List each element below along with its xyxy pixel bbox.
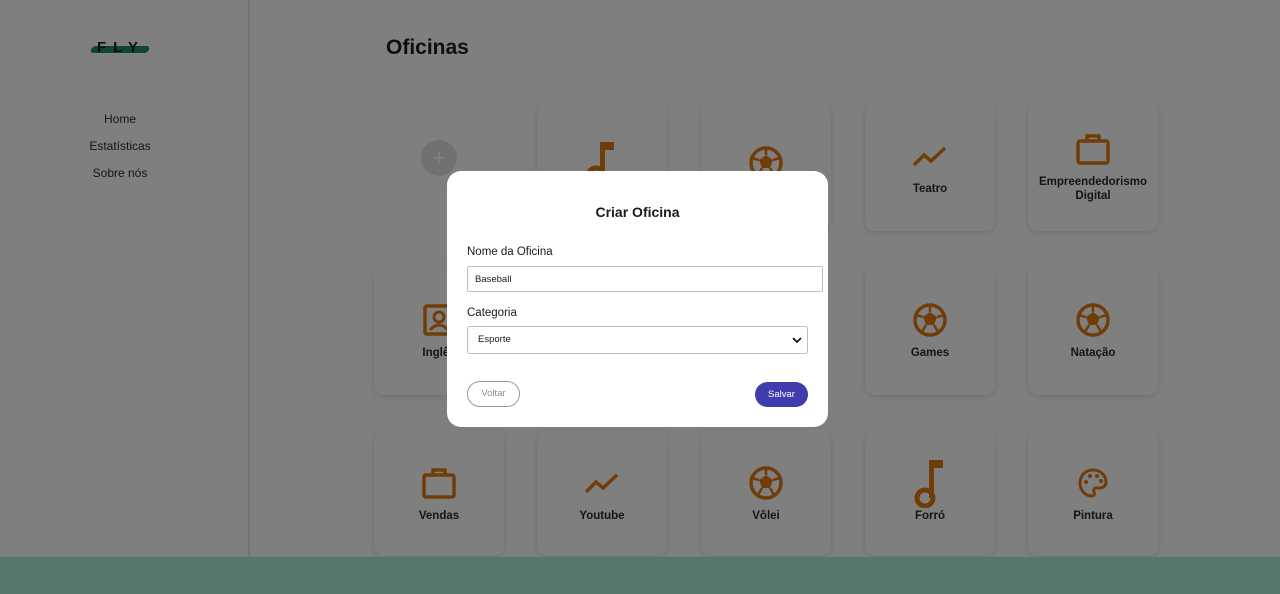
chevron-down-icon [792, 337, 802, 344]
category-select[interactable]: Esporte [467, 326, 808, 354]
create-workshop-modal: Criar Oficina Nome da Oficina Categoria … [447, 171, 828, 427]
back-button[interactable]: Voltar [467, 381, 520, 407]
workshop-name-input[interactable] [467, 266, 823, 292]
workshop-name-label: Nome da Oficina [467, 246, 553, 258]
modal-title: Criar Oficina [595, 204, 680, 220]
category-label: Categoria [467, 307, 517, 319]
save-button[interactable]: Salvar [755, 382, 808, 407]
category-selected-value: Esporte [478, 334, 511, 345]
